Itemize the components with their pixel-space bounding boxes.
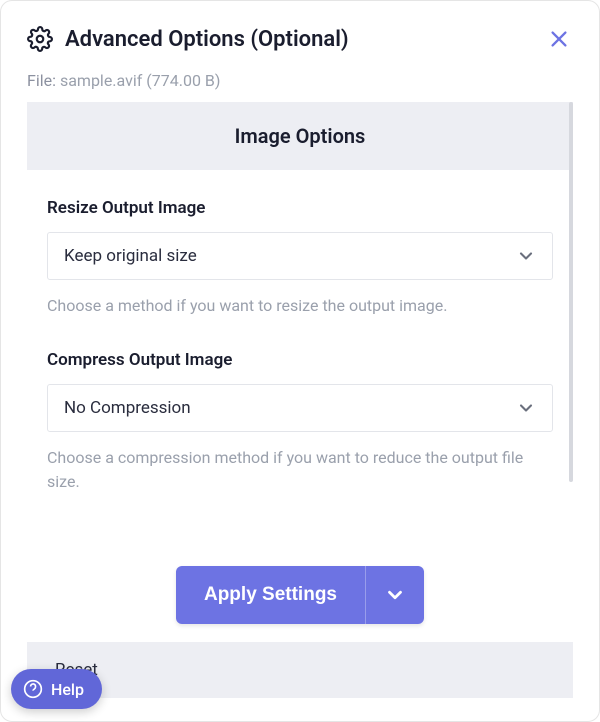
chevron-down-icon	[516, 246, 536, 266]
resize-helper: Choose a method if you want to resize th…	[47, 294, 553, 318]
options-panel: Image Options Resize Output Image Keep o…	[27, 102, 573, 698]
resize-select[interactable]: Keep original size	[47, 232, 553, 280]
resize-value: Keep original size	[64, 246, 197, 266]
compress-helper: Choose a compression method if you want …	[47, 446, 553, 494]
help-label: Help	[51, 680, 84, 699]
file-label: File:	[27, 71, 56, 90]
actions-row: Apply Settings	[27, 566, 573, 624]
apply-group: Apply Settings	[176, 566, 424, 624]
dialog-title: Advanced Options (Optional)	[65, 27, 533, 52]
dialog-header: Advanced Options (Optional)	[27, 25, 573, 53]
panel-title: Image Options	[27, 102, 573, 170]
compress-select[interactable]: No Compression	[47, 384, 553, 432]
chevron-down-icon	[384, 584, 406, 606]
resize-field: Resize Output Image Keep original size C…	[47, 198, 553, 318]
help-icon	[23, 679, 43, 699]
gear-icon	[27, 26, 53, 52]
resize-label: Resize Output Image	[47, 198, 553, 218]
help-button[interactable]: Help	[11, 669, 102, 709]
close-button[interactable]	[545, 25, 573, 53]
file-size: (774.00 B)	[146, 71, 220, 90]
reset-button[interactable]: Reset	[27, 642, 573, 698]
file-info: File: sample.avif (774.00 B)	[27, 71, 573, 90]
chevron-down-icon	[516, 398, 536, 418]
compress-value: No Compression	[64, 398, 191, 418]
apply-button[interactable]: Apply Settings	[176, 566, 365, 624]
scrollbar[interactable]	[569, 102, 573, 482]
file-name: sample.avif	[60, 71, 142, 90]
apply-dropdown-button[interactable]	[365, 566, 424, 624]
compress-field: Compress Output Image No Compression Cho…	[47, 350, 553, 494]
compress-label: Compress Output Image	[47, 350, 553, 370]
close-icon	[548, 28, 570, 50]
